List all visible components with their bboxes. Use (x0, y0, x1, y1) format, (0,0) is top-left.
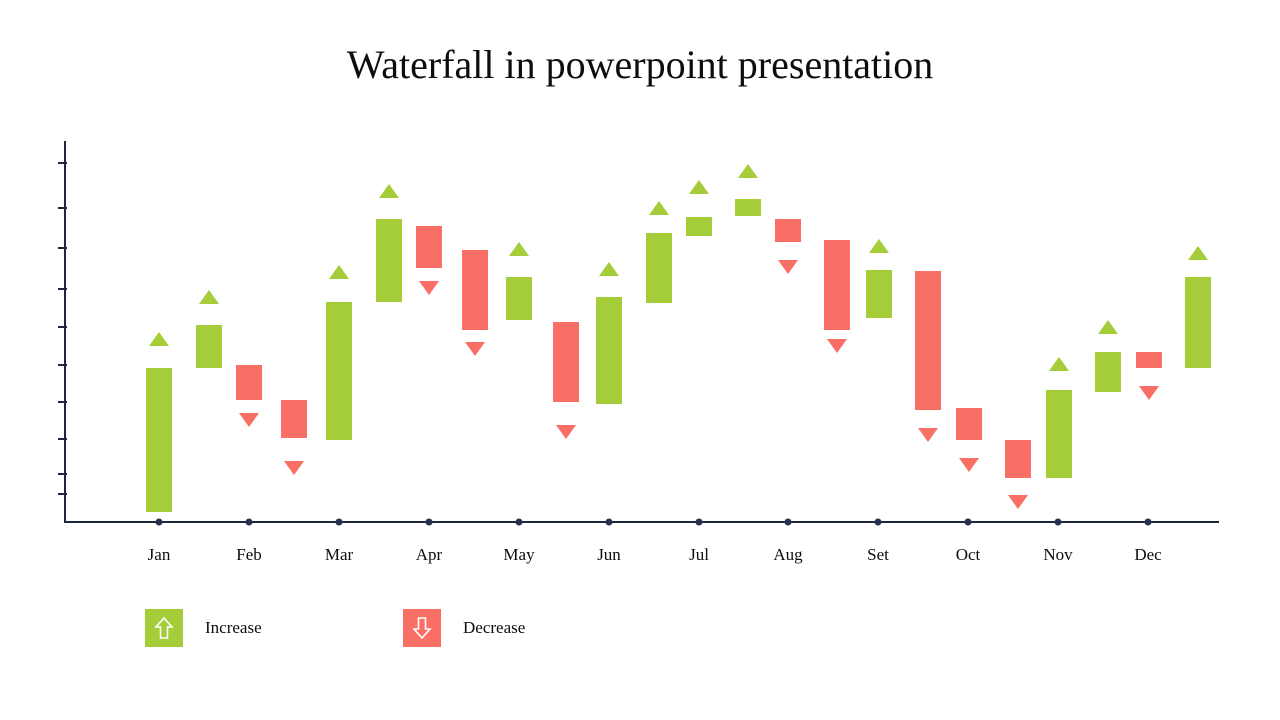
triangle-down-icon (918, 428, 938, 442)
waterfall-bar-apr-decrease[interactable] (416, 226, 442, 268)
triangle-up-icon (649, 201, 669, 215)
waterfall-bar-mar-increase[interactable] (376, 219, 402, 302)
waterfall-bar-feb-decrease[interactable] (236, 365, 262, 400)
legend-item-increase[interactable]: Increase (145, 609, 262, 647)
waterfall-bar-jan-increase[interactable] (196, 325, 222, 368)
x-axis-line (64, 521, 1219, 523)
y-axis-tick (58, 326, 67, 328)
triangle-up-icon (1049, 357, 1069, 371)
x-axis-dot-jan (155, 518, 163, 526)
waterfall-bar-nov-increase[interactable] (1046, 390, 1072, 478)
x-axis-dot-may (515, 518, 523, 526)
triangle-up-icon (1188, 246, 1208, 260)
triangle-down-icon (419, 281, 439, 295)
waterfall-bar-jun-increase[interactable] (596, 297, 622, 404)
arrow-down-outline-icon (412, 617, 432, 640)
triangle-up-icon (599, 262, 619, 276)
triangle-up-icon (1098, 320, 1118, 334)
waterfall-bar-apr-decrease[interactable] (462, 250, 488, 330)
x-axis-dot-aug (784, 518, 792, 526)
triangle-up-icon (738, 164, 758, 178)
waterfall-bar-mar-increase[interactable] (326, 302, 352, 440)
waterfall-bar-jan-increase[interactable] (146, 368, 172, 512)
triangle-up-icon (199, 290, 219, 304)
x-axis-label-may: May (503, 545, 535, 564)
y-axis-tick (58, 162, 67, 164)
x-axis-dot-jun (605, 518, 613, 526)
triangle-up-icon (149, 332, 169, 346)
y-axis-tick (58, 247, 67, 249)
legend-label-decrease: Decrease (463, 618, 526, 637)
triangle-up-icon (869, 239, 889, 253)
y-axis-tick (58, 288, 67, 290)
waterfall-bar-may-increase[interactable] (506, 277, 532, 320)
y-axis-tick (58, 493, 67, 495)
x-axis-label-jun: Jun (597, 545, 621, 564)
x-axis-dot-mar (335, 518, 343, 526)
x-axis-label-set: Set (867, 545, 889, 564)
triangle-down-icon (239, 413, 259, 427)
y-axis-tick (58, 207, 67, 209)
triangle-up-icon (329, 265, 349, 279)
triangle-up-icon (379, 184, 399, 198)
x-axis-dot-dec (1144, 518, 1152, 526)
triangle-down-icon (284, 461, 304, 475)
waterfall-bar-aug-decrease[interactable] (775, 219, 801, 242)
legend-label-increase: Increase (205, 618, 262, 637)
waterfall-bar-jun-increase[interactable] (646, 233, 672, 303)
triangle-down-icon (1139, 386, 1159, 400)
x-axis-dot-jul (695, 518, 703, 526)
waterfall-bar-nov-increase[interactable] (1095, 352, 1121, 392)
triangle-down-icon (827, 339, 847, 353)
x-axis-label-mar: Mar (324, 545, 354, 564)
x-axis-label-feb: Feb (236, 545, 262, 564)
waterfall-bar-dec-increase[interactable] (1185, 277, 1211, 368)
y-axis-line (64, 141, 66, 523)
triangle-down-icon (556, 425, 576, 439)
x-axis-label-jan: Jan (147, 545, 171, 564)
x-axis-label-nov: Nov (1043, 545, 1073, 564)
waterfall-bar-may-decrease[interactable] (553, 322, 579, 402)
waterfall-bar-feb-decrease[interactable] (281, 400, 307, 438)
triangle-down-icon (465, 342, 485, 356)
y-axis-tick (58, 438, 67, 440)
waterfall-bar-jul-increase[interactable] (686, 217, 712, 236)
waterfall-bar-jul-increase[interactable] (735, 199, 761, 216)
legend-item-decrease[interactable]: Decrease (403, 609, 525, 647)
triangle-up-icon (689, 180, 709, 194)
x-axis-dot-feb (245, 518, 253, 526)
waterfall-bar-oct-decrease[interactable] (956, 408, 982, 440)
triangle-down-icon (778, 260, 798, 274)
x-axis-label-apr: Apr (415, 545, 443, 564)
x-axis-dot-nov (1054, 518, 1062, 526)
x-axis-dot-set (874, 518, 882, 526)
x-axis-dot-apr (425, 518, 433, 526)
x-axis-label-dec: Dec (1134, 545, 1162, 564)
legend-swatch-decrease (403, 609, 441, 647)
slide-canvas: Waterfall in powerpoint presentation Jan… (0, 0, 1280, 720)
waterfall-bar-dec-decrease[interactable] (1136, 352, 1162, 368)
x-axis-label-jul: Jul (689, 545, 709, 564)
y-axis-tick (58, 364, 67, 366)
x-axis-label-aug: Aug (773, 545, 803, 564)
legend-swatch-increase (145, 609, 183, 647)
triangle-down-icon (1008, 495, 1028, 509)
waterfall-bar-oct-decrease[interactable] (1005, 440, 1031, 478)
y-axis-tick (58, 473, 67, 475)
waterfall-bar-set-increase[interactable] (866, 270, 892, 318)
triangle-up-icon (509, 242, 529, 256)
waterfall-bar-set-decrease[interactable] (915, 271, 941, 410)
x-axis-label-oct: Oct (955, 545, 981, 564)
waterfall-bar-aug-decrease[interactable] (824, 240, 850, 330)
triangle-down-icon (959, 458, 979, 472)
arrow-up-outline-icon (154, 616, 174, 639)
x-axis-dot-oct (964, 518, 972, 526)
y-axis-tick (58, 401, 67, 403)
